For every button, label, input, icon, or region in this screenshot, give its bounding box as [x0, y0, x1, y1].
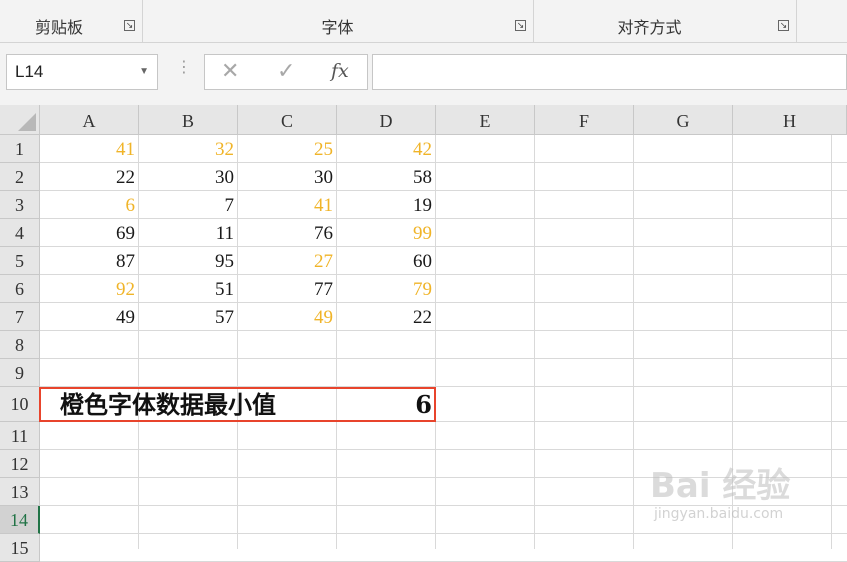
result-value[interactable]: 6 [370, 389, 432, 421]
gridline-horizontal [40, 358, 847, 359]
cell-b3[interactable]: 7 [139, 191, 238, 219]
cell-b7[interactable]: 57 [139, 303, 238, 331]
baidu-watermark: Bai 经验 jingyan.baidu.com [650, 458, 840, 528]
row-header-4[interactable]: 4 [0, 219, 40, 247]
row-header-1[interactable]: 1 [0, 135, 40, 163]
row-header-12[interactable]: 12 [0, 450, 40, 478]
row-header-2[interactable]: 2 [0, 163, 40, 191]
cell-d7[interactable]: 22 [337, 303, 436, 331]
cell-d1[interactable]: 42 [337, 135, 436, 163]
drag-handle-icon[interactable]: ⋮ [176, 59, 192, 75]
column-header-e[interactable]: E [436, 105, 535, 135]
cell-d6[interactable]: 79 [337, 275, 436, 303]
row-header-6[interactable]: 6 [0, 275, 40, 303]
column-header-h[interactable]: H [733, 105, 847, 135]
cell-b5[interactable]: 95 [139, 247, 238, 275]
column-header-d[interactable]: D [337, 105, 436, 135]
cell-c6[interactable]: 77 [238, 275, 337, 303]
column-header-g[interactable]: G [634, 105, 733, 135]
select-all-triangle-icon [18, 113, 36, 131]
cell-b4[interactable]: 11 [139, 219, 238, 247]
font-launcher-icon[interactable]: ↘ [515, 20, 526, 31]
chevron-down-icon[interactable]: ▼ [139, 55, 149, 89]
cell-d2[interactable]: 58 [337, 163, 436, 191]
cell-a6[interactable]: 92 [40, 275, 139, 303]
ribbon-group-clipboard: 剪贴板 ↘ [0, 0, 143, 42]
ribbon-group-font: 字体 ↘ [142, 0, 534, 42]
name-box-value: L14 [15, 62, 44, 81]
cell-d4[interactable]: 99 [337, 219, 436, 247]
cell-c4[interactable]: 76 [238, 219, 337, 247]
alignment-launcher-icon[interactable]: ↘ [778, 20, 789, 31]
gridline-horizontal [40, 449, 847, 450]
cell-c7[interactable]: 49 [238, 303, 337, 331]
cell-a4[interactable]: 69 [40, 219, 139, 247]
formula-bar: L14 ▼ ⋮ ✕ ✓ fx [0, 43, 847, 105]
ribbon-group-label: 对齐方式 [617, 18, 682, 37]
ribbon-group-label: 剪贴板 [34, 18, 83, 37]
column-header-a[interactable]: A [40, 105, 139, 135]
ribbon-group-alignment: 对齐方式 ↘ [533, 0, 797, 42]
name-box[interactable]: L14 ▼ [6, 54, 158, 90]
cell-c5[interactable]: 27 [238, 247, 337, 275]
formula-buttons: ✕ ✓ fx [204, 54, 368, 90]
row-header-9[interactable]: 9 [0, 359, 40, 387]
watermark-main: Bai 经验 [650, 466, 791, 506]
ribbon: 剪贴板 ↘ 字体 ↘ 对齐方式 ↘ [0, 0, 847, 43]
cell-b2[interactable]: 30 [139, 163, 238, 191]
insert-function-icon[interactable]: fx [331, 60, 349, 82]
row-header-13[interactable]: 13 [0, 478, 40, 506]
cell-b6[interactable]: 51 [139, 275, 238, 303]
column-header-f[interactable]: F [535, 105, 634, 135]
cell-c1[interactable]: 25 [238, 135, 337, 163]
cell-b1[interactable]: 32 [139, 135, 238, 163]
cell-a3[interactable]: 6 [40, 191, 139, 219]
clipboard-launcher-icon[interactable]: ↘ [124, 20, 135, 31]
ribbon-group-label: 字体 [321, 18, 354, 37]
gridline-horizontal [40, 533, 847, 534]
select-all-corner[interactable] [0, 105, 40, 135]
row-header-14[interactable]: 14 [0, 506, 40, 534]
cell-a2[interactable]: 22 [40, 163, 139, 191]
watermark-sub: jingyan.baidu.com [654, 506, 784, 522]
gridline-vertical [633, 135, 634, 549]
cell-a5[interactable]: 87 [40, 247, 139, 275]
cell-d3[interactable]: 19 [337, 191, 436, 219]
row-header-7[interactable]: 7 [0, 303, 40, 331]
row-header-3[interactable]: 3 [0, 191, 40, 219]
row-header-11[interactable]: 11 [0, 422, 40, 450]
formula-input[interactable] [372, 54, 847, 90]
result-label[interactable]: 橙色字体数据最小值 [60, 389, 276, 421]
row-header-15[interactable]: 15 [0, 534, 40, 562]
cell-c2[interactable]: 30 [238, 163, 337, 191]
row-header-5[interactable]: 5 [0, 247, 40, 275]
cell-d5[interactable]: 60 [337, 247, 436, 275]
cancel-icon[interactable]: ✕ [221, 59, 239, 84]
cell-a1[interactable]: 41 [40, 135, 139, 163]
cell-a7[interactable]: 49 [40, 303, 139, 331]
enter-icon[interactable]: ✓ [277, 59, 295, 84]
gridline-vertical [534, 135, 535, 549]
column-header-b[interactable]: B [139, 105, 238, 135]
cell-c3[interactable]: 41 [238, 191, 337, 219]
column-header-c[interactable]: C [238, 105, 337, 135]
row-header-10[interactable]: 10 [0, 387, 40, 422]
row-header-8[interactable]: 8 [0, 331, 40, 359]
